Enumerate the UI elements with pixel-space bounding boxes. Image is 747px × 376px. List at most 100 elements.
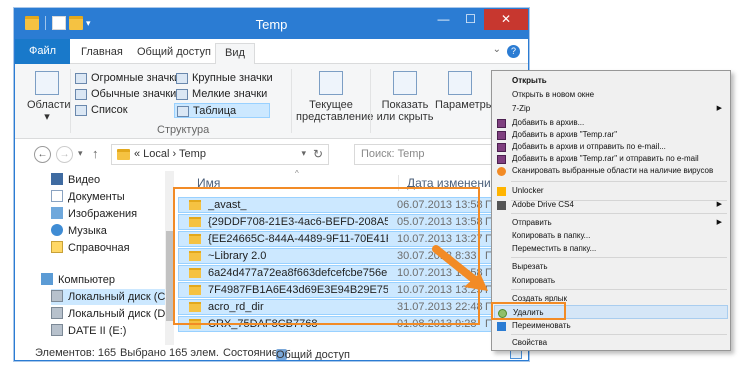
menu-item-label: Копировать в папку...	[512, 231, 591, 240]
tab-view[interactable]: Вид	[215, 43, 255, 64]
menu-item-rename[interactable]: Переименовать	[494, 319, 728, 333]
nav-item-label: Локальный диск (D:	[68, 308, 169, 320]
menu-item-label: Adobe Drive CS4	[512, 200, 574, 209]
tab-file[interactable]: Файл	[15, 39, 71, 64]
maximize-button[interactable]: ☐	[457, 9, 484, 30]
menu-separator	[511, 181, 727, 182]
submenu-arrow-icon: ▶	[716, 201, 722, 208]
list-icon	[75, 105, 87, 116]
structure-group-label: Структура	[157, 124, 210, 136]
minimize-button[interactable]: —	[430, 9, 457, 30]
large-icons-label: Крупные значки	[192, 72, 273, 84]
menu-item-label: Добавить в архив "Temp.rar"	[512, 130, 618, 139]
folder-icon	[117, 149, 130, 160]
menu-item-label: Вырезать	[512, 262, 548, 271]
menu-item-properties[interactable]: Свойства	[494, 336, 728, 350]
nav-item-label: Справочная	[68, 242, 130, 254]
address-dropdown-icon[interactable]: ▾	[301, 148, 306, 159]
help-icon[interactable]: ?	[507, 45, 520, 58]
show-hide-label: Показать или скрыть	[376, 99, 434, 123]
medium-icons-option[interactable]: Обычные значки	[73, 87, 176, 102]
state-value-text: Общий доступ	[276, 349, 350, 361]
scrollbar-thumb[interactable]	[166, 231, 173, 321]
drive-icon	[51, 324, 63, 336]
menu-item-scan-viruses[interactable]: Сканировать выбранные области на наличие…	[494, 164, 728, 178]
list-option[interactable]: Список	[73, 103, 128, 118]
adobe-icon	[497, 201, 506, 210]
ribbon-separator	[70, 69, 71, 133]
nav-item-documents[interactable]: Документы	[51, 189, 125, 205]
list-label: Список	[91, 104, 128, 116]
menu-item-label: 7-Zip	[512, 104, 531, 113]
table-label: Таблица	[193, 105, 237, 117]
menu-item-open-new-window[interactable]: Открыть в новом окне	[494, 88, 728, 102]
nav-item-music[interactable]: Музыка	[51, 223, 107, 239]
computer-icon	[41, 273, 53, 285]
ribbon-tabs: Файл Главная Общий доступ Вид ⌄ ?	[15, 39, 528, 64]
menu-item-label: Добавить в архив "Temp.rar" и отправить …	[512, 154, 699, 163]
panes-button[interactable]: Области ▾	[27, 71, 71, 123]
current-view-icon	[319, 71, 343, 95]
huge-icons-option[interactable]: Огромные значки	[73, 71, 180, 86]
nav-item-help[interactable]: Справочная	[51, 240, 130, 256]
menu-item-label: Переименовать	[512, 321, 571, 330]
address-bar-row: ← → ▾ ↑ « Local › Temp ▾ ↻ Поиск: Temp ⌕	[15, 139, 528, 171]
menu-item-label: Открыть	[512, 76, 547, 85]
menu-item-open[interactable]: Открыть	[494, 74, 728, 88]
search-placeholder: Поиск: Temp	[361, 148, 425, 160]
nav-item-label: Локальный диск (C:	[68, 291, 169, 303]
large-icons-option[interactable]: Крупные значки	[174, 71, 273, 86]
nav-item-drive-e[interactable]: DATE II (E:)	[51, 323, 126, 339]
close-button[interactable]: ✕	[484, 9, 528, 30]
breadcrumb[interactable]: « Local › Temp	[134, 148, 206, 160]
current-view-button[interactable]: Текущее представление	[296, 71, 373, 123]
table-option[interactable]: Таблица	[174, 103, 270, 118]
nav-item-drive-c[interactable]: Локальный диск (C:	[51, 289, 169, 305]
menu-item-unlocker[interactable]: Unlocker	[494, 184, 728, 198]
back-button[interactable]: ←	[34, 146, 51, 163]
menu-item-copy-to-folder[interactable]: Копировать в папку...	[494, 229, 728, 243]
options-icon	[448, 71, 472, 95]
tab-home[interactable]: Главная	[72, 43, 132, 64]
ribbon-expand-icon[interactable]: ⌄	[493, 44, 501, 55]
video-icon	[51, 173, 63, 185]
panes-label: Области	[27, 99, 71, 111]
nav-item-label: Видео	[68, 174, 101, 186]
up-icon[interactable]: ↑	[92, 146, 99, 161]
recent-locations-icon[interactable]: ▾	[78, 148, 83, 159]
options-button[interactable]: Параметры	[435, 71, 494, 111]
nav-item-video[interactable]: Видео	[51, 172, 100, 188]
menu-item-label: Добавить в архив...	[512, 118, 585, 127]
tab-share[interactable]: Общий доступ	[128, 43, 220, 64]
menu-item-copy[interactable]: Копировать	[494, 274, 728, 288]
small-icons-option[interactable]: Мелкие значки	[174, 87, 267, 102]
nav-item-label: Документы	[68, 191, 125, 203]
menu-separator	[511, 257, 727, 258]
winrar-icon	[497, 143, 506, 152]
menu-item-7zip[interactable]: 7-Zip ▶	[494, 102, 728, 116]
refresh-icon[interactable]: ↻	[313, 147, 323, 161]
selected-count: Выбрано 165 элем.	[120, 347, 219, 359]
nav-item-drive-d[interactable]: Локальный диск (D:	[51, 306, 168, 322]
options-label: Параметры	[435, 99, 494, 111]
nav-item-label: Музыка	[68, 225, 107, 237]
delete-highlight-frame	[491, 302, 566, 320]
pictures-icon	[51, 207, 63, 219]
table-icon	[177, 106, 189, 117]
menu-item-label: Unlocker	[512, 186, 544, 195]
menu-item-adobe-drive[interactable]: Adobe Drive CS4 ▶	[494, 198, 728, 212]
menu-item-cut[interactable]: Вырезать	[494, 260, 728, 274]
menu-item-label: Свойства	[512, 338, 548, 347]
address-bar[interactable]: « Local › Temp ▾ ↻	[111, 144, 329, 165]
menu-item-send-to[interactable]: Отправить ▶	[494, 216, 728, 230]
show-hide-button[interactable]: Показать или скрыть	[376, 71, 434, 123]
menu-item-move-to-folder[interactable]: Переместить в папку...	[494, 242, 728, 256]
nav-item-pictures[interactable]: Изображения	[51, 206, 137, 222]
forward-button[interactable]: →	[56, 146, 73, 163]
winrar-icon	[497, 131, 506, 140]
ribbon-view: Области ▾ Огромные значки Крупные значки…	[15, 64, 528, 139]
unlocker-icon	[497, 187, 506, 196]
small-icons-icon	[176, 89, 188, 100]
nav-item-computer[interactable]: Компьютер	[41, 272, 115, 288]
current-view-label: Текущее представление	[296, 99, 374, 123]
